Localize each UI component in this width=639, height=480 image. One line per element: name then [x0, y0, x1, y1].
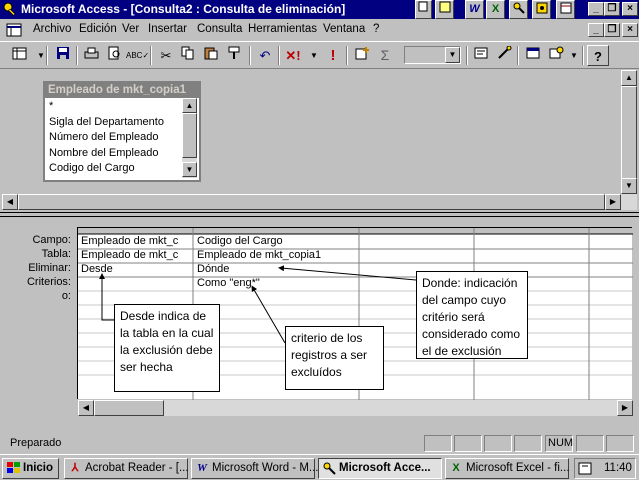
clock[interactable]: 11:40	[604, 462, 632, 474]
task-label: Microsoft Acce...	[339, 462, 431, 474]
task-access[interactable]: Microsoft Acce...	[318, 458, 442, 479]
tray-icon[interactable]	[578, 462, 592, 478]
taskbar: Inicio ⅄ Acrobat Reader - [... W Microso…	[0, 454, 639, 480]
task-excel[interactable]: X Microsoft Excel - fi...	[445, 458, 570, 479]
start-button[interactable]: Inicio	[2, 458, 59, 479]
status-text: Preparado	[10, 437, 62, 449]
status-panel	[514, 435, 542, 452]
task-label: Acrobat Reader - [...	[85, 462, 189, 474]
num-lock-indicator: NUM	[545, 435, 573, 452]
status-panel	[576, 435, 604, 452]
excel-task-icon: X	[452, 462, 460, 474]
status-panel	[606, 435, 634, 452]
callout-criterio: criterio de los registros a ser excluído…	[285, 326, 384, 390]
word-task-icon: W	[197, 462, 207, 474]
status-panel	[454, 435, 482, 452]
callout-arrows	[99, 265, 417, 344]
status-panel	[484, 435, 512, 452]
callout-donde: Donde: indicación del campo cuyo critéri…	[416, 271, 528, 359]
task-label: Microsoft Word - M...	[212, 462, 319, 474]
status-bar: Preparado NUM	[0, 434, 639, 453]
windows-logo-icon	[6, 462, 20, 475]
task-acrobat[interactable]: ⅄ Acrobat Reader - [...	[64, 458, 189, 479]
task-word[interactable]: W Microsoft Word - M...	[191, 458, 319, 479]
task-label: Microsoft Excel - fi...	[466, 462, 570, 474]
callout-desde: Desde indica de la tabla en la cual la e…	[114, 304, 220, 392]
access-task-icon	[322, 462, 336, 475]
status-panel	[424, 435, 452, 452]
acrobat-icon: ⅄	[71, 462, 79, 474]
start-label: Inicio	[23, 462, 54, 474]
system-tray: 11:40	[574, 458, 636, 479]
